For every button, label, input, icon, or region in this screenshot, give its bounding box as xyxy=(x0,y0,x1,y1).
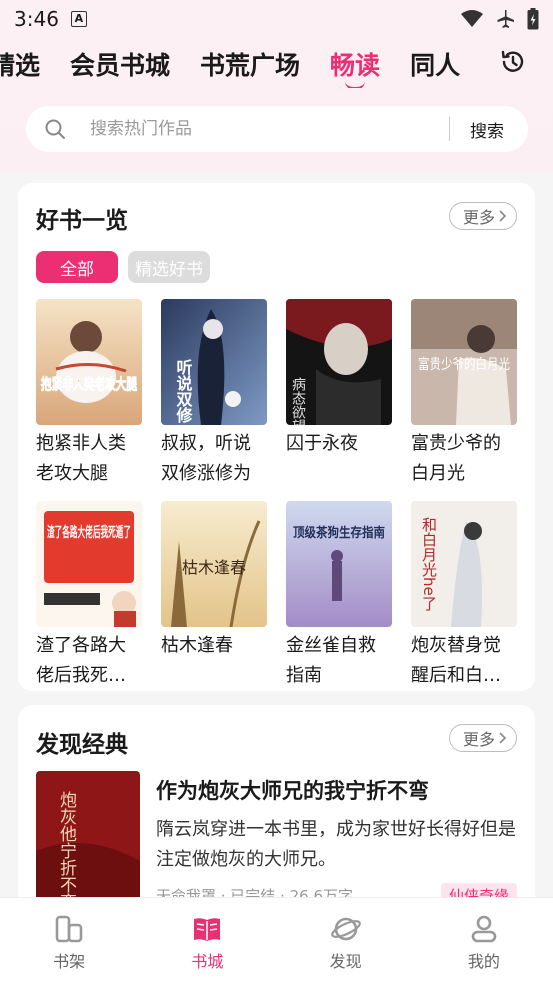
book-item[interactable]: 和白月光he了 炮灰替身觉醒后和白月光he了 xyxy=(411,501,517,691)
open-book-icon xyxy=(194,918,221,941)
tab-book-plaza[interactable]: 书荒广场 xyxy=(200,46,300,82)
tab-vip-bookstore[interactable]: 会员书城 xyxy=(70,46,170,82)
search-icon xyxy=(45,119,65,139)
book-title: 抱紧非人类老攻大腿 xyxy=(36,433,126,484)
more-button[interactable]: 更多 xyxy=(448,724,517,752)
book-title: 囚于永夜 xyxy=(286,433,358,454)
filter-selected[interactable]: 精选好书 xyxy=(128,251,210,283)
book-cover: 听说双修 xyxy=(161,299,267,425)
book-item[interactable]: 听说双修 叔叔，听说双修涨修为 xyxy=(161,299,267,489)
nav-label: 书架 xyxy=(53,952,86,971)
history-icon[interactable] xyxy=(499,48,527,76)
book-cover: 渣了各路大佬后我死遁了 xyxy=(36,501,142,627)
search-button[interactable]: 搜索 xyxy=(450,117,528,142)
nav-discover[interactable]: 发现 xyxy=(277,898,415,984)
more-label: 更多 xyxy=(462,730,495,749)
filter-all[interactable]: 全部 xyxy=(36,251,118,283)
book-cover: 富贵少爷的白月光 xyxy=(411,299,517,425)
cover-text: 听说双修 xyxy=(174,358,194,424)
classics-section: 发现经典 更多 炮灰他宁折不弯 作为炮灰大师兄的我宁折不弯 隋云岚穿进一本书里，… xyxy=(18,705,535,925)
book-item[interactable]: 渣了各路大佬后我死遁了 渣了各路大佬后我死遁了 xyxy=(36,501,142,691)
section-title: 发现经典 xyxy=(36,732,128,758)
book-grid: 抱紧非人类老攻大腿 抱紧非人类老攻大腿 听说双修 叔叔，听说双修涨修为 病态欲望… xyxy=(36,299,522,691)
book-cover[interactable]: 炮灰他宁折不弯 xyxy=(36,771,140,901)
book-title: 枯木逢春 xyxy=(161,635,233,656)
cover-text: 抱紧非人类老攻大腿 xyxy=(41,375,137,393)
cover-text: 富贵少爷的白月光 xyxy=(418,356,510,373)
book-title: 富贵少爷的白月光 xyxy=(411,433,501,484)
chevron-right-icon xyxy=(499,732,506,744)
section-title: 好书一览 xyxy=(36,208,128,234)
book-title[interactable]: 作为炮灰大师兄的我宁折不弯 xyxy=(156,775,429,805)
notification-a-icon: A xyxy=(70,11,87,27)
nav-label: 书城 xyxy=(191,952,224,971)
search-bar: 搜索 xyxy=(26,106,528,152)
bottom-nav: 书架 书城 发现 我的 xyxy=(0,897,553,984)
cover-text: 顶级茶狗生存指南 xyxy=(293,525,385,541)
battery-icon xyxy=(527,8,539,30)
nav-label: 我的 xyxy=(467,952,500,971)
book-title: 金丝雀自救指南 xyxy=(286,635,376,686)
more-label: 更多 xyxy=(462,208,495,227)
chevron-right-icon xyxy=(499,210,506,222)
cover-text: 病态欲望 xyxy=(290,377,306,425)
planet-icon xyxy=(330,917,361,941)
book-title: 渣了各路大佬后我死遁了 xyxy=(36,635,126,686)
cover-text: 炮灰他宁折不弯 xyxy=(56,791,77,901)
book-cover: 病态欲望 xyxy=(286,299,392,425)
good-books-section: 好书一览 更多 全部 精选好书 抱紧非人类老攻大腿 抱紧非人类老攻大腿 听说双修… xyxy=(18,183,535,691)
status-icons xyxy=(461,8,539,30)
status-bar: 3:46 A xyxy=(0,0,553,38)
book-item[interactable]: 富贵少爷的白月光 富贵少爷的白月光 xyxy=(411,299,517,489)
tab-fanfic[interactable]: 同人 xyxy=(410,46,460,82)
nav-mine[interactable]: 我的 xyxy=(415,898,553,984)
tab-free-read[interactable]: 畅读 xyxy=(330,46,380,82)
book-cover: 和白月光he了 xyxy=(411,501,517,627)
nav-label: 发现 xyxy=(329,952,362,971)
more-button[interactable]: 更多 xyxy=(448,202,517,230)
nav-bookshelf[interactable]: 书架 xyxy=(0,898,138,984)
book-description: 隋云岚穿进一本书里，成为家世好长得好但是注定做炮灰的大师兄。 xyxy=(156,819,516,870)
search-input[interactable] xyxy=(90,119,410,139)
cover-text: 渣了各路大佬后我死遁了 xyxy=(47,524,131,541)
book-title: 叔叔，听说双修涨修为 xyxy=(161,433,251,484)
channel-tabs: 精选 会员书城 书荒广场 畅读 同人 xyxy=(0,40,490,88)
cover-text: 和白月光he了 xyxy=(420,517,438,611)
wifi-icon xyxy=(461,10,483,27)
book-item[interactable]: 病态欲望 囚于永夜 xyxy=(286,299,392,489)
cover-text: 枯木逢春 xyxy=(182,558,246,577)
bookshelf-icon xyxy=(55,915,83,943)
book-item[interactable]: 枯木逢春 枯木逢春 xyxy=(161,501,267,691)
book-cover: 抱紧非人类老攻大腿 xyxy=(36,299,142,425)
tab-featured[interactable]: 精选 xyxy=(0,46,40,82)
book-title: 炮灰替身觉醒后和白月光he了 xyxy=(411,635,501,686)
book-item[interactable]: 顶级茶狗生存指南 金丝雀自救指南 xyxy=(286,501,392,691)
person-icon xyxy=(471,915,497,943)
nav-bookstore[interactable]: 书城 xyxy=(138,898,276,984)
status-time: 3:46 xyxy=(14,7,59,31)
book-cover: 枯木逢春 xyxy=(161,501,267,627)
book-item[interactable]: 抱紧非人类老攻大腿 抱紧非人类老攻大腿 xyxy=(36,299,142,489)
airplane-icon xyxy=(497,10,514,28)
book-cover: 顶级茶狗生存指南 xyxy=(286,501,392,627)
filter-chips: 全部 精选好书 xyxy=(36,251,210,283)
